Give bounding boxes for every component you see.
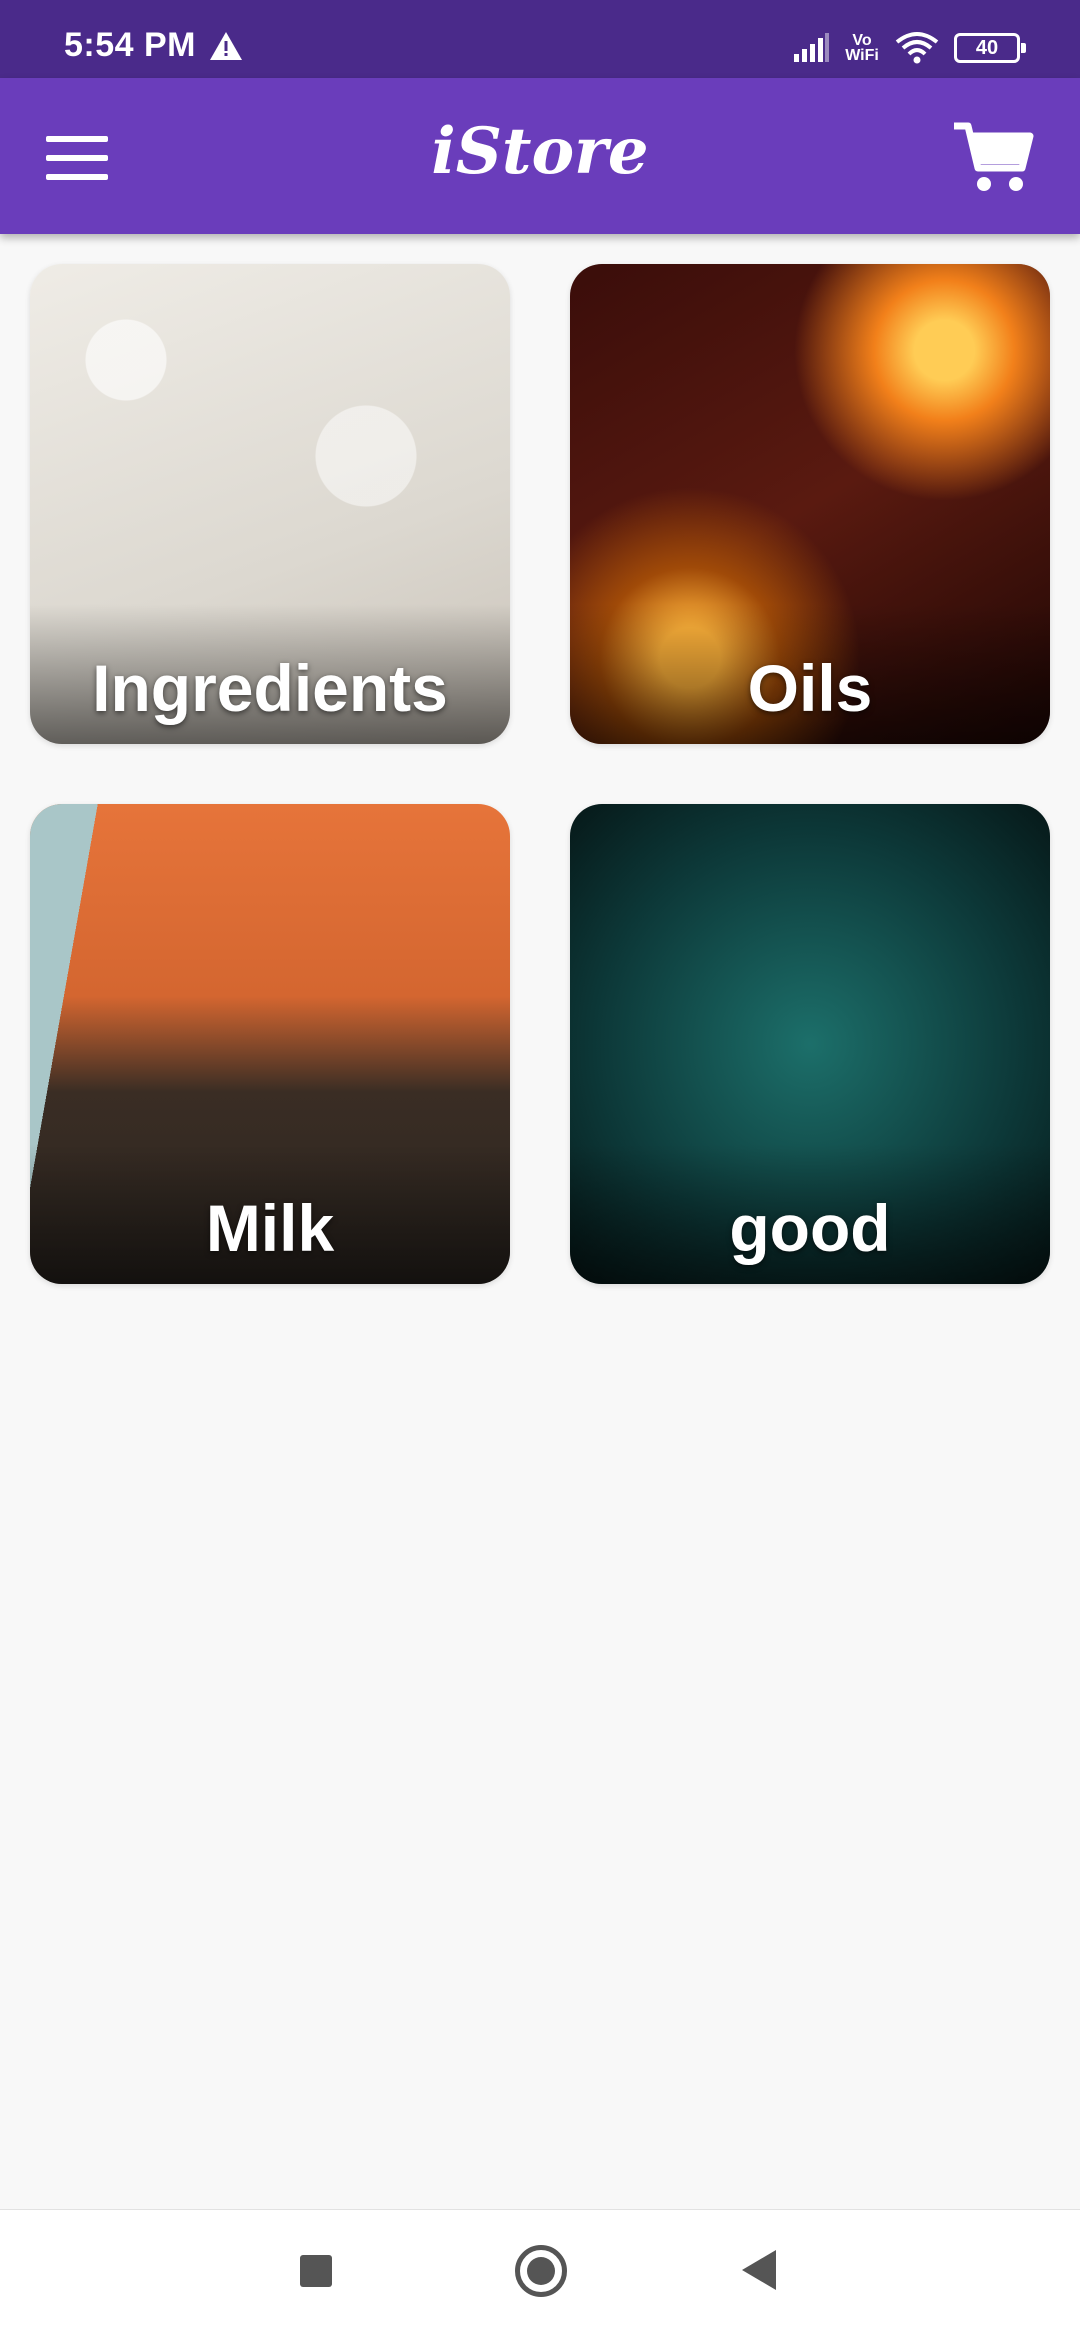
status-icons: Vo WiFi 40 [792, 28, 1026, 68]
app-title: iStore [431, 114, 649, 189]
app-bar: iStore [0, 78, 1080, 234]
warning-icon [210, 32, 242, 60]
wifi-icon [895, 32, 939, 64]
category-card-ingredients[interactable]: Ingredients [30, 264, 510, 744]
battery-level: 40 [975, 37, 999, 59]
category-label: Ingredients [92, 651, 448, 725]
category-card-oils[interactable]: Oils [570, 264, 1050, 744]
recents-icon[interactable] [300, 2255, 332, 2287]
back-icon[interactable] [742, 2250, 776, 2290]
signal-icon [794, 33, 829, 62]
status-time: 5:54 PM [64, 26, 196, 64]
category-card-good[interactable]: good [570, 804, 1050, 1284]
category-label: good [729, 1191, 891, 1265]
category-label: Oils [747, 651, 873, 725]
system-nav-bar [0, 2209, 1080, 2340]
vowifi-label: Vo WiFi [845, 32, 879, 64]
status-bar: 5:54 PM Vo WiFi 40 [0, 0, 1080, 78]
category-label: Milk [205, 1191, 335, 1265]
battery-icon: 40 [954, 33, 1026, 63]
home-icon[interactable] [515, 2245, 567, 2297]
category-card-milk[interactable]: Milk [30, 804, 510, 1284]
shopping-cart-icon [954, 122, 1034, 191]
cart-button[interactable] [952, 120, 1036, 196]
